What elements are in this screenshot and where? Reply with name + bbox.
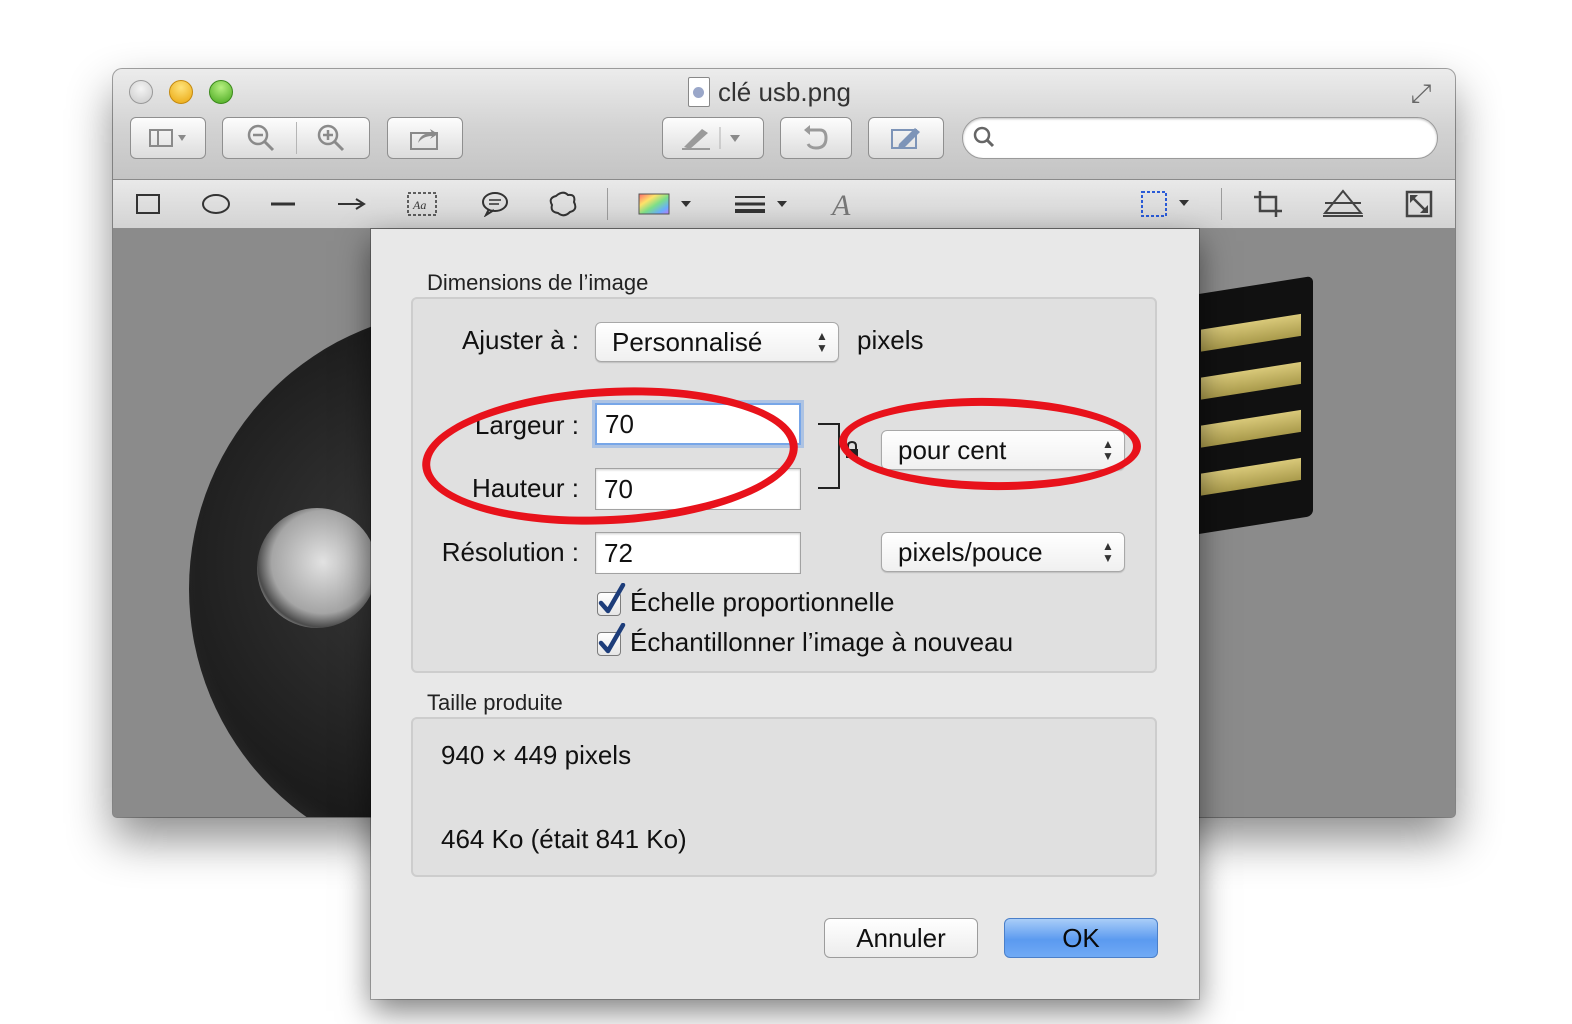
text-box-icon[interactable]: Aa xyxy=(405,188,439,220)
share-button[interactable] xyxy=(387,117,463,159)
document-icon xyxy=(688,77,710,107)
popup-arrows-icon: ▲ ▼ xyxy=(816,329,828,355)
resolution-value: 72 xyxy=(604,537,633,568)
search-input[interactable] xyxy=(962,117,1438,159)
annotation-toolbar: Aa A xyxy=(113,180,1455,229)
checkmark-icon xyxy=(598,623,626,654)
adjust-size-dialog: Dimensions de l’image Ajuster à : Person… xyxy=(371,229,1199,999)
line-icon[interactable] xyxy=(268,188,298,220)
scale-proportionally-checkbox[interactable] xyxy=(597,583,626,616)
edit-toolbar-button[interactable] xyxy=(868,117,944,159)
zoom-divider xyxy=(296,122,297,154)
zoom-window-button[interactable] xyxy=(209,80,233,104)
minimize-window-button[interactable] xyxy=(169,80,193,104)
usb-contact xyxy=(1201,313,1301,352)
cancel-button[interactable]: Annuler xyxy=(824,918,978,958)
rotate-icon xyxy=(804,125,828,150)
resample-label[interactable]: Échantillonner l’image à nouveau xyxy=(630,627,1013,658)
zoom-out-icon[interactable] xyxy=(246,123,276,153)
fit-unit-label: pixels xyxy=(857,325,924,355)
close-window-button[interactable] xyxy=(129,80,153,104)
fullscreen-icon[interactable]: ⤢ xyxy=(1407,79,1435,107)
title-bar: clé usb.png ⤢ xyxy=(113,69,1455,180)
adjust-color-icon[interactable] xyxy=(1323,188,1363,220)
share-icon xyxy=(410,129,438,150)
window-title: clé usb.png xyxy=(718,76,851,107)
svg-text:A: A xyxy=(830,189,851,219)
fit-popup-value: Personnalisé xyxy=(612,326,763,357)
resolution-unit-popup[interactable]: pixels/pouce ▲ ▼ xyxy=(881,532,1125,572)
arrow-icon[interactable] xyxy=(335,188,367,220)
markup-pen-button[interactable] xyxy=(662,117,764,159)
resolution-unit-value: pixels/pouce xyxy=(898,536,1043,567)
annotation-divider xyxy=(607,188,608,220)
line-style-icon[interactable] xyxy=(733,188,793,220)
resolution-field[interactable]: 72 xyxy=(595,532,801,574)
zoom-in-icon[interactable] xyxy=(316,123,346,153)
oval-icon[interactable] xyxy=(199,188,233,220)
rectangle-icon[interactable] xyxy=(133,188,163,220)
popup-arrows-icon: ▲ ▼ xyxy=(1102,539,1114,565)
window-title-group: clé usb.png xyxy=(688,75,851,109)
resolution-label: Résolution : xyxy=(441,537,579,567)
dimensions-section-title: Dimensions de l’image xyxy=(427,270,649,295)
rotate-button[interactable] xyxy=(780,117,852,159)
selection-icon[interactable] xyxy=(1139,188,1195,220)
usb-contact xyxy=(1201,457,1301,496)
search-icon xyxy=(973,126,995,148)
pen-icon xyxy=(682,127,740,150)
edit-toolbar-icon xyxy=(891,128,920,149)
usb-key-hole-image xyxy=(257,508,377,628)
crop-icon[interactable] xyxy=(1251,188,1285,220)
color-icon[interactable] xyxy=(637,188,697,220)
usb-contact xyxy=(1201,361,1301,400)
sidebar-view-button[interactable] xyxy=(130,117,206,159)
result-dimensions: 940 × 449 pixels xyxy=(441,740,632,770)
resample-checkbox[interactable] xyxy=(597,623,626,656)
usb-contact xyxy=(1201,409,1301,448)
fit-popup[interactable]: Personnalisé ▲ ▼ xyxy=(595,322,839,362)
checkmark-icon xyxy=(598,583,626,614)
sidebar-view-icon xyxy=(149,129,186,147)
svg-text:Aa: Aa xyxy=(412,198,426,212)
speech-bubble-icon[interactable] xyxy=(479,188,511,220)
shape-icon[interactable] xyxy=(547,188,579,220)
fit-label: Ajuster à : xyxy=(461,325,579,355)
result-section-title: Taille produite xyxy=(427,690,563,715)
ok-button[interactable]: OK xyxy=(1004,918,1158,958)
result-file-size: 464 Ko (était 841 Ko) xyxy=(441,824,687,854)
proportion-bracket xyxy=(818,423,840,489)
annotation-divider-2 xyxy=(1221,188,1222,220)
font-icon[interactable]: A xyxy=(827,188,857,220)
resize-icon[interactable] xyxy=(1403,188,1435,220)
scale-proportionally-label[interactable]: Échelle proportionnelle xyxy=(630,587,895,618)
